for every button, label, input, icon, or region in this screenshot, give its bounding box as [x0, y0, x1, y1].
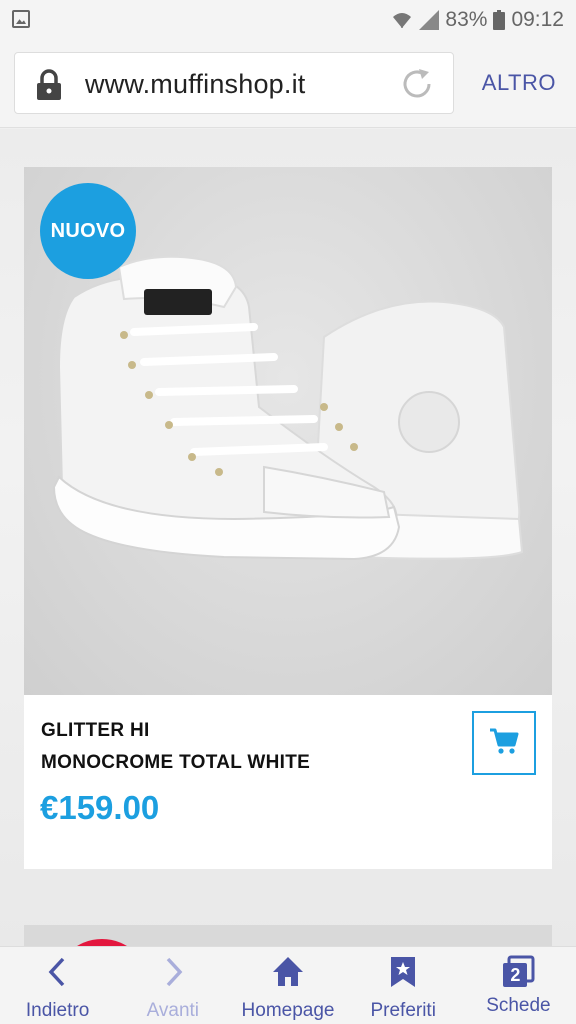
battery-percent: 83% — [445, 8, 488, 31]
wifi-icon — [391, 10, 413, 30]
back-button[interactable]: Indietro — [0, 947, 115, 1024]
product-image[interactable]: NUOVO — [24, 167, 552, 695]
bookmarks-label: Preferiti — [370, 1000, 436, 1021]
status-indicators: 83% 09:12 — [391, 6, 564, 34]
tabs-label: Schede — [486, 995, 551, 1016]
shopping-cart-icon — [489, 727, 519, 760]
product-title[interactable]: GLITTER HI MONOCROME TOTAL WHITE — [41, 715, 310, 779]
homepage-button[interactable]: Homepage — [230, 947, 345, 1024]
status-bar: 83% 09:12 — [0, 0, 576, 40]
bookmark-star-icon — [388, 955, 418, 994]
product-card[interactable]: NUOVO GLITTER HI MONOCROME TOTAL WHITE €… — [24, 167, 552, 869]
next-product-card[interactable] — [24, 925, 552, 946]
web-content: NUOVO GLITTER HI MONOCROME TOTAL WHITE €… — [0, 129, 576, 946]
signal-icon — [419, 10, 440, 30]
chevron-right-icon — [158, 955, 188, 994]
bookmarks-button[interactable]: Preferiti — [346, 947, 461, 1024]
url-text[interactable]: www.muffinshop.it — [85, 69, 306, 100]
homepage-label: Homepage — [241, 1000, 335, 1021]
tabs-button[interactable]: 2 Schede — [461, 947, 576, 1024]
back-label: Indietro — [25, 1000, 90, 1021]
battery-icon — [493, 10, 506, 30]
home-icon — [271, 955, 305, 994]
forward-button[interactable]: Avanti — [115, 947, 230, 1024]
forward-label: Avanti — [146, 1000, 200, 1021]
lock-icon — [35, 69, 63, 106]
more-menu-button[interactable]: ALTRO — [482, 70, 556, 96]
add-to-cart-button[interactable] — [472, 711, 536, 775]
product-price: €159.00 — [40, 789, 160, 826]
next-product-badge — [54, 939, 150, 946]
chevron-left-icon — [43, 955, 73, 994]
tab-count: 2 — [510, 965, 521, 985]
gallery-icon — [12, 10, 30, 28]
clock: 09:12 — [511, 8, 564, 31]
tabs-icon: 2 — [501, 955, 535, 989]
product-name-line1[interactable]: GLITTER HI — [41, 715, 310, 747]
reload-icon[interactable] — [399, 66, 435, 107]
new-badge: NUOVO — [40, 183, 136, 279]
browser-bottom-nav: Indietro Avanti Homepage Preferiti 2 Sch… — [0, 946, 576, 1024]
browser-toolbar: www.muffinshop.it ALTRO — [0, 40, 576, 128]
address-bar[interactable]: www.muffinshop.it — [14, 52, 454, 114]
product-name-line2[interactable]: MONOCROME TOTAL WHITE — [41, 747, 310, 779]
